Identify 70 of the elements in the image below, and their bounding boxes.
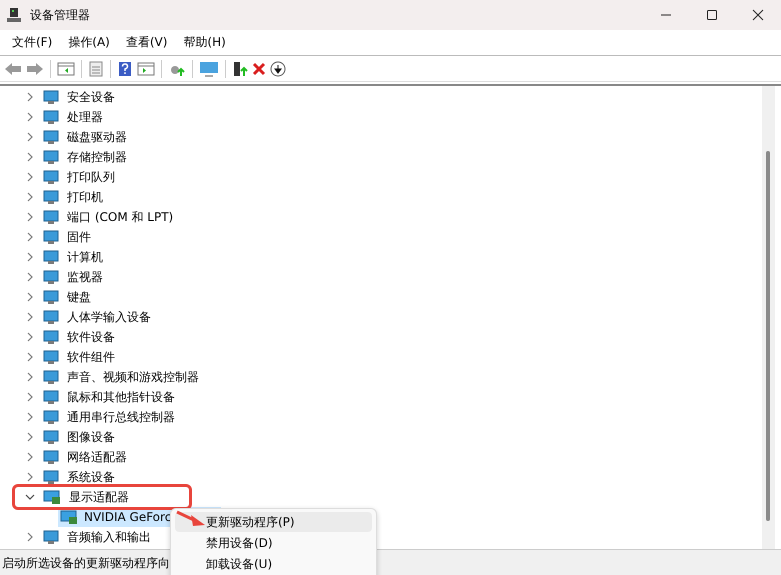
tree-item[interactable]: 软件组件 — [0, 347, 115, 367]
scrollbar[interactable] — [762, 86, 775, 549]
close-icon[interactable] — [752, 9, 764, 21]
tree-item[interactable]: 通用串行总线控制器 — [0, 407, 175, 427]
device-icon — [43, 209, 59, 225]
device-manager-icon — [6, 7, 22, 23]
device-icon — [43, 329, 59, 345]
tree-item[interactable]: 存储控制器 — [0, 147, 127, 167]
tree-item[interactable]: 图像设备 — [0, 427, 115, 447]
maximize-icon[interactable] — [706, 9, 718, 21]
tree-item[interactable]: 处理器 — [0, 107, 103, 127]
device-icon — [43, 429, 59, 445]
menu-item[interactable]: 帮助(H) — [175, 34, 234, 51]
tree-item[interactable]: 监视器 — [0, 267, 103, 287]
device-icon — [43, 229, 59, 245]
status-text: 启动所选设备的更新驱动程序向 — [2, 554, 170, 572]
device-icon — [43, 149, 59, 165]
display-adapter-icon — [60, 509, 78, 525]
highlighted-tree-item[interactable]: 显示适配器 — [15, 487, 189, 507]
tree-item[interactable]: 磁盘驱动器 — [0, 127, 127, 147]
device-icon — [43, 449, 59, 465]
display-adapter-icon — [43, 489, 61, 505]
tree-item[interactable]: 软件设备 — [0, 327, 115, 347]
menu-item[interactable]: 卸载设备(U) — [175, 554, 372, 574]
help-icon[interactable] — [117, 60, 133, 76]
update-driver-icon[interactable] — [232, 60, 248, 76]
forward-arrow-icon[interactable] — [26, 62, 44, 76]
tree-item[interactable]: 键盘 — [0, 287, 91, 307]
device-icon — [43, 389, 59, 405]
device-icon — [43, 109, 59, 125]
down-arrow-circle-icon[interactable] — [270, 60, 286, 76]
device-icon — [43, 409, 59, 425]
tree-item[interactable]: 打印机 — [0, 187, 103, 207]
device-icon — [43, 529, 59, 545]
menu-item[interactable]: 查看(V) — [118, 34, 176, 51]
tree-item[interactable]: 网络适配器 — [0, 447, 127, 467]
collapse-chevron-icon[interactable] — [25, 492, 35, 502]
window-title: 设备管理器 — [30, 6, 90, 24]
expand-chevron-icon[interactable] — [25, 532, 35, 542]
menu-item[interactable]: 文件(F) — [4, 34, 60, 51]
monitor-search-icon[interactable] — [199, 60, 219, 76]
tree-item[interactable]: 固件 — [0, 227, 91, 247]
uninstall-x-icon[interactable] — [252, 62, 266, 76]
tree-item[interactable]: 计算机 — [0, 247, 103, 267]
device-icon — [43, 269, 59, 285]
tree-item[interactable]: 安全设备 — [0, 87, 115, 107]
menu-item[interactable]: 操作(A) — [60, 34, 118, 51]
device-icon — [43, 309, 59, 325]
device-icon — [43, 169, 59, 185]
menu-item[interactable]: 禁用设备(D) — [175, 533, 372, 553]
tree-item[interactable]: 音频输入和输出 — [0, 527, 151, 547]
device-icon — [43, 289, 59, 305]
device-icon — [43, 129, 59, 145]
properties-icon[interactable] — [88, 60, 104, 76]
tree-view-icon[interactable] — [57, 60, 75, 76]
menu-item[interactable]: 更新驱动程序(P) — [175, 512, 372, 532]
device-icon — [43, 369, 59, 385]
device-icon — [43, 89, 59, 105]
tree-item[interactable]: 打印队列 — [0, 167, 115, 187]
back-arrow-icon[interactable] — [4, 62, 22, 76]
tree-item[interactable]: 声音、视频和游戏控制器 — [0, 367, 199, 387]
tree-item[interactable]: 鼠标和其他指针设备 — [0, 387, 175, 407]
device-icon — [43, 189, 59, 205]
device-icon — [43, 249, 59, 265]
tree-item[interactable]: 人体学输入设备 — [0, 307, 151, 327]
pane-view-icon[interactable] — [137, 60, 155, 76]
device-icon — [43, 469, 59, 485]
device-icon — [43, 349, 59, 365]
tree-item[interactable]: 端口 (COM 和 LPT) — [0, 207, 174, 227]
tree-item[interactable]: 系统设备 — [0, 467, 115, 487]
